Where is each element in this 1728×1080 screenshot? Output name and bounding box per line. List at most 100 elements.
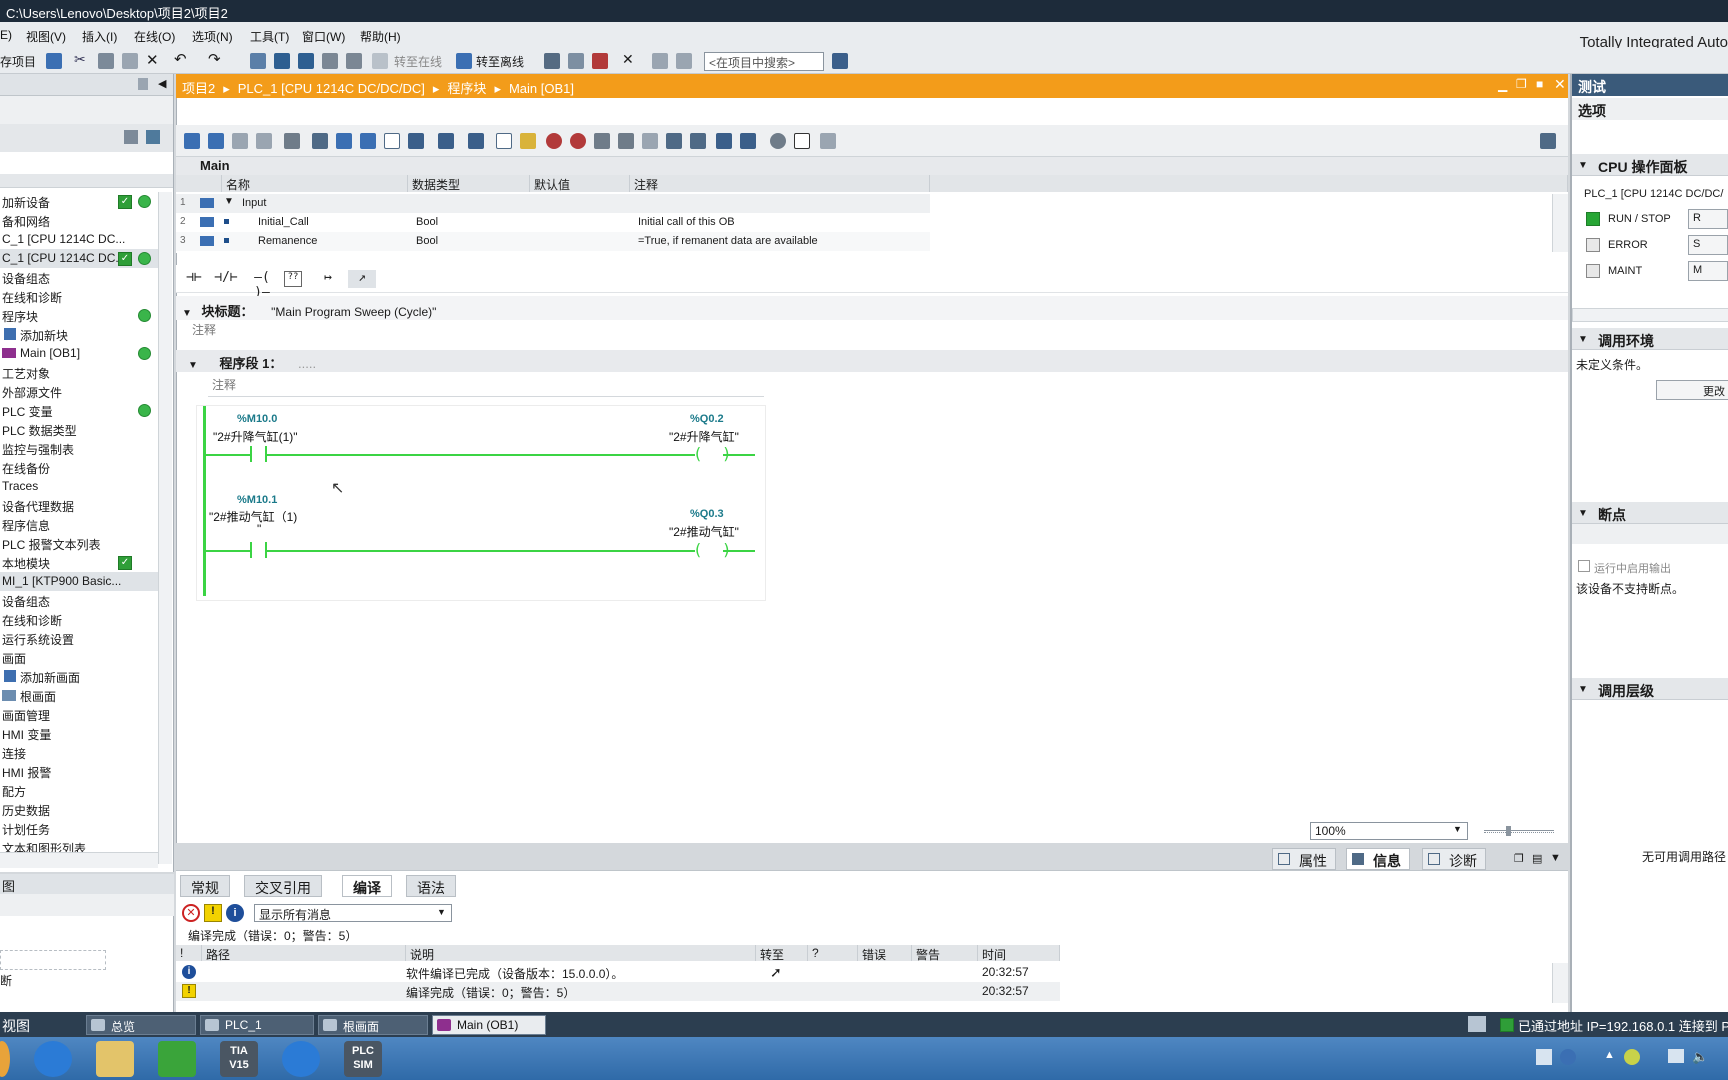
tree-item[interactable]: 加新设备: [0, 192, 158, 211]
msg-col-help[interactable]: ?: [808, 945, 858, 961]
tree-item-root-screen[interactable]: 根画面: [0, 686, 158, 705]
warning-filter-icon[interactable]: !: [204, 904, 222, 922]
tree-item-plc[interactable]: C_1 [CPU 1214C DC...: [0, 249, 158, 268]
tree-item[interactable]: PLC 变量: [0, 401, 158, 420]
chevron-down-icon[interactable]: ▼: [437, 907, 446, 917]
open-branch-button[interactable]: ↦: [314, 270, 342, 288]
normally-open-contact-button[interactable]: ⊣⊢: [180, 270, 208, 288]
breadcrumb-program-blocks[interactable]: 程序块: [447, 81, 486, 96]
accessible-devices-icon[interactable]: [544, 53, 560, 69]
collapse-panel-icon[interactable]: ▤: [1532, 852, 1542, 865]
info-filter-icon[interactable]: i: [226, 904, 244, 922]
menu-insert[interactable]: 插入(I): [82, 28, 117, 45]
tree-item[interactable]: 监控与强制表: [0, 439, 158, 458]
browser-icon[interactable]: [282, 1041, 320, 1077]
call-environment-icon[interactable]: [716, 133, 732, 149]
tree-item[interactable]: 连接: [0, 743, 158, 762]
go-offline-icon[interactable]: [456, 53, 472, 69]
close-branch-button[interactable]: ↗: [348, 270, 376, 288]
interface-scrollbar[interactable]: [1552, 194, 1568, 252]
interface-col-default[interactable]: 默认值: [530, 175, 630, 192]
tree-item[interactable]: HMI 报警: [0, 762, 158, 781]
collapse-icon[interactable]: ▼: [1578, 684, 1588, 695]
tree-item-add-screen[interactable]: 添加新画面: [0, 667, 158, 686]
close-all-networks-icon[interactable]: [336, 133, 352, 149]
contact-tag-name[interactable]: "2#升降气缸(1)": [213, 428, 298, 445]
stop-button[interactable]: S: [1688, 235, 1728, 255]
ime-icon[interactable]: [1536, 1049, 1552, 1065]
tree-item[interactable]: 备和网络: [0, 211, 158, 230]
goto-arrow-icon[interactable]: ➚: [770, 964, 782, 981]
tree-scrollbar[interactable]: [158, 192, 172, 864]
tree-item[interactable]: 设备组态: [0, 268, 158, 287]
zoom-slider-thumb[interactable]: [1506, 826, 1511, 836]
tree-item[interactable]: PLC 报警文本列表: [0, 534, 158, 553]
tree-item[interactable]: Traces: [0, 477, 158, 496]
normally-closed-contact-button[interactable]: ⊣/⊢: [212, 270, 240, 288]
cpu-panel-scrollbar[interactable]: [1572, 308, 1728, 322]
go-to-next-error-icon[interactable]: [468, 133, 484, 149]
indent-icon[interactable]: [666, 133, 682, 149]
interface-row-name[interactable]: Initial_Call: [254, 213, 313, 232]
plcsim-icon[interactable]: PLC SIM: [344, 1041, 382, 1077]
refresh-icon[interactable]: [740, 133, 756, 149]
tab-main-ob1[interactable]: Main (OB1): [432, 1015, 546, 1035]
go-offline-button[interactable]: 转至离线: [476, 53, 524, 70]
save-icon[interactable]: [46, 53, 62, 69]
tree-item[interactable]: 计划任务: [0, 819, 158, 838]
portal-view-button[interactable]: 视图: [2, 1016, 30, 1036]
tree-item[interactable]: 设备代理数据: [0, 496, 158, 515]
tree-item[interactable]: PLC 数据类型: [0, 420, 158, 439]
tree-item[interactable]: 配方: [0, 781, 158, 800]
zoom-slider[interactable]: [1484, 830, 1554, 833]
tree-item-main-ob1[interactable]: Main [OB1]: [0, 344, 158, 363]
tag-information-icon[interactable]: [438, 133, 454, 149]
tree-item[interactable]: 工艺对象: [0, 363, 158, 382]
breadcrumb-project[interactable]: 项目2: [182, 81, 215, 96]
table-row[interactable]: 1 ▼ Input: [176, 194, 930, 213]
breakpoint-icon[interactable]: [770, 133, 786, 149]
contact-address[interactable]: %M10.0: [237, 413, 277, 425]
outdent-icon[interactable]: [690, 133, 706, 149]
table-row[interactable]: 3 Remanence Bool =True, if remanent data…: [176, 232, 930, 251]
message-filter-select[interactable]: 显示所有消息 ▼: [254, 904, 452, 922]
cpu-operator-panel-header[interactable]: CPU 操作面板: [1572, 154, 1728, 176]
contact-address[interactable]: %M10.1: [237, 494, 277, 506]
error-filter-icon[interactable]: ✕: [182, 904, 200, 922]
open-all-networks-icon[interactable]: [312, 133, 328, 149]
menu-window[interactable]: 窗口(W): [302, 28, 345, 45]
network-comments-icon[interactable]: [384, 133, 400, 149]
coil-address[interactable]: %Q0.3: [690, 508, 724, 520]
collapse-left-icon[interactable]: ◀: [158, 77, 166, 90]
filter-icon[interactable]: [642, 133, 658, 149]
contact-tag-name[interactable]: "2#推动气缸（1): [209, 508, 297, 525]
interface-row-name[interactable]: Remanence: [254, 232, 321, 251]
tree-view-icon[interactable]: [124, 130, 138, 144]
contact-left-bar[interactable]: [250, 542, 252, 558]
tab-cross-reference[interactable]: 交叉引用: [244, 875, 322, 897]
menu-help[interactable]: 帮助(H): [360, 28, 401, 45]
tree-hscrollbar[interactable]: [0, 852, 158, 868]
delete-network-icon[interactable]: [208, 133, 224, 149]
run-button[interactable]: R: [1688, 209, 1728, 229]
table-row[interactable]: i 软件编译已完成（设备版本：15.0.0.0）。 ➚ 20:32:57: [176, 963, 1060, 982]
monitoring-icon[interactable]: [794, 133, 810, 149]
tree-item[interactable]: 运行系统设置: [0, 629, 158, 648]
highlight-icon[interactable]: [520, 133, 536, 149]
monitor-off-icon[interactable]: [570, 133, 586, 149]
tree-item[interactable]: 外部源文件: [0, 382, 158, 401]
msg-col-warnings[interactable]: 警告: [912, 945, 978, 962]
tree-item[interactable]: 在线备份: [0, 458, 158, 477]
interface-row-comment[interactable]: =True, if remanent data are available: [634, 232, 822, 251]
copy-icon[interactable]: [98, 53, 114, 69]
tab-syntax[interactable]: 语法: [406, 875, 456, 897]
upload-icon[interactable]: [298, 53, 314, 69]
tree-item[interactable]: HMI 变量: [0, 724, 158, 743]
chevron-down-icon[interactable]: ▼: [1453, 824, 1462, 834]
go-online-button[interactable]: 转至在线: [394, 53, 442, 70]
tree-item[interactable]: 程序信息: [0, 515, 158, 534]
modify-icon[interactable]: [594, 133, 610, 149]
delete-icon[interactable]: ✕: [146, 51, 162, 69]
force-icon[interactable]: [618, 133, 634, 149]
pin-icon[interactable]: [138, 78, 148, 90]
